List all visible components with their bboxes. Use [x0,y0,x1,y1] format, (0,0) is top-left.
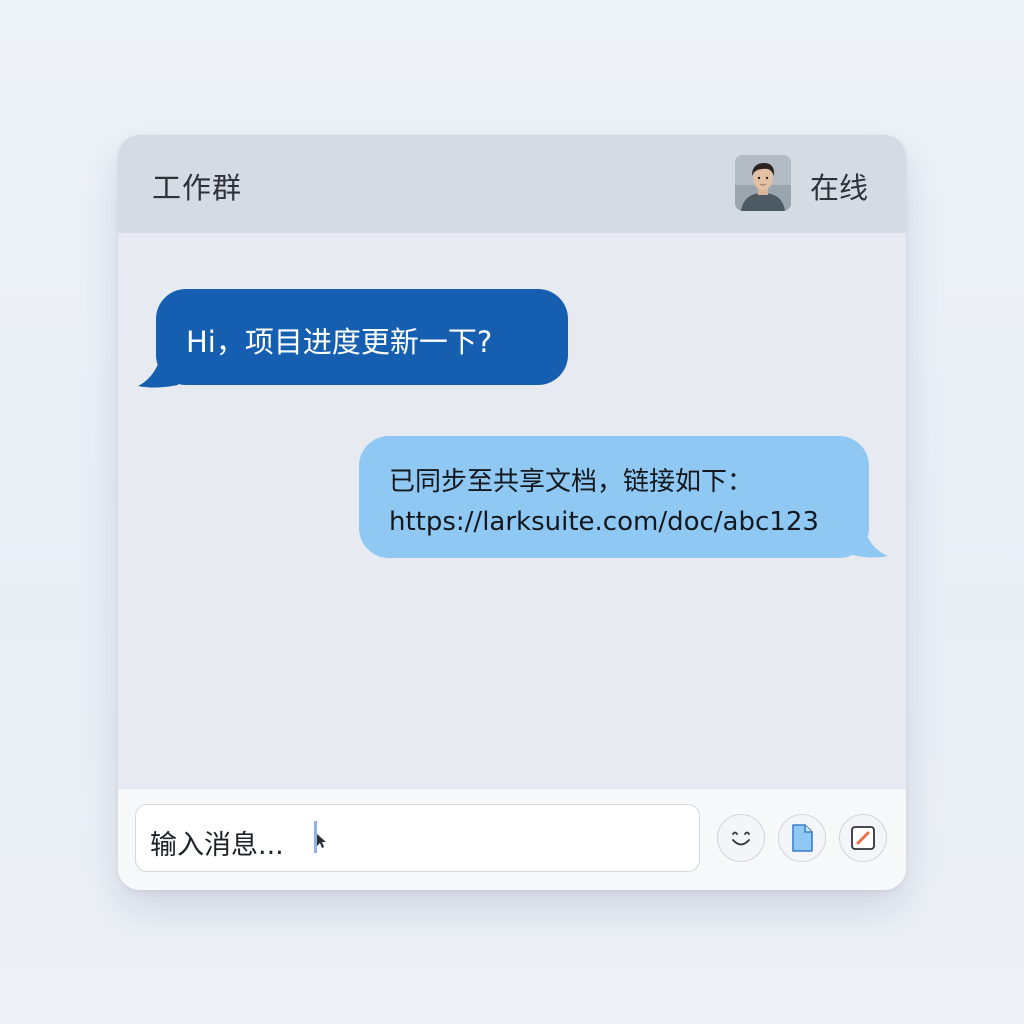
smiley-icon [732,831,750,846]
chat-title: 工作群 [152,171,243,205]
message-text: Hi，项目进度更新一下? [186,325,493,359]
message-link[interactable]: https://larksuite.com/doc/abc123 [389,502,819,542]
document-icon [792,824,813,852]
message-line: 已同步至共享文档，链接如下： [389,467,754,497]
input-placeholder: 输入消息... [150,830,284,861]
composer-bar: 输入消息... [118,788,906,890]
online-status: 在线 [810,171,869,205]
emoji-button[interactable] [717,814,765,862]
chat-header: 工作群 在线 [118,135,906,233]
edit-icon [851,826,875,850]
message-bubble: Hi，项目进度更新一下? [156,289,568,385]
file-button[interactable] [778,814,826,862]
mouse-pointer-icon [317,834,326,848]
avatar-photo-icon [735,155,791,211]
message-bubble: 已同步至共享文档，链接如下： https://larksuite.com/doc… [359,436,869,558]
chat-window: 工作群 在线 Hi，项目进度更新一下? 已同步至共享文档，链接如下： https… [118,135,906,890]
message-input[interactable]: 输入消息... [135,804,700,872]
message-text: 已同步至共享文档，链接如下： https://larksuite.com/doc… [389,462,819,542]
edit-button[interactable] [839,814,887,862]
message-list: Hi，项目进度更新一下? 已同步至共享文档，链接如下： https://lark… [118,233,906,788]
avatar[interactable] [735,155,791,211]
